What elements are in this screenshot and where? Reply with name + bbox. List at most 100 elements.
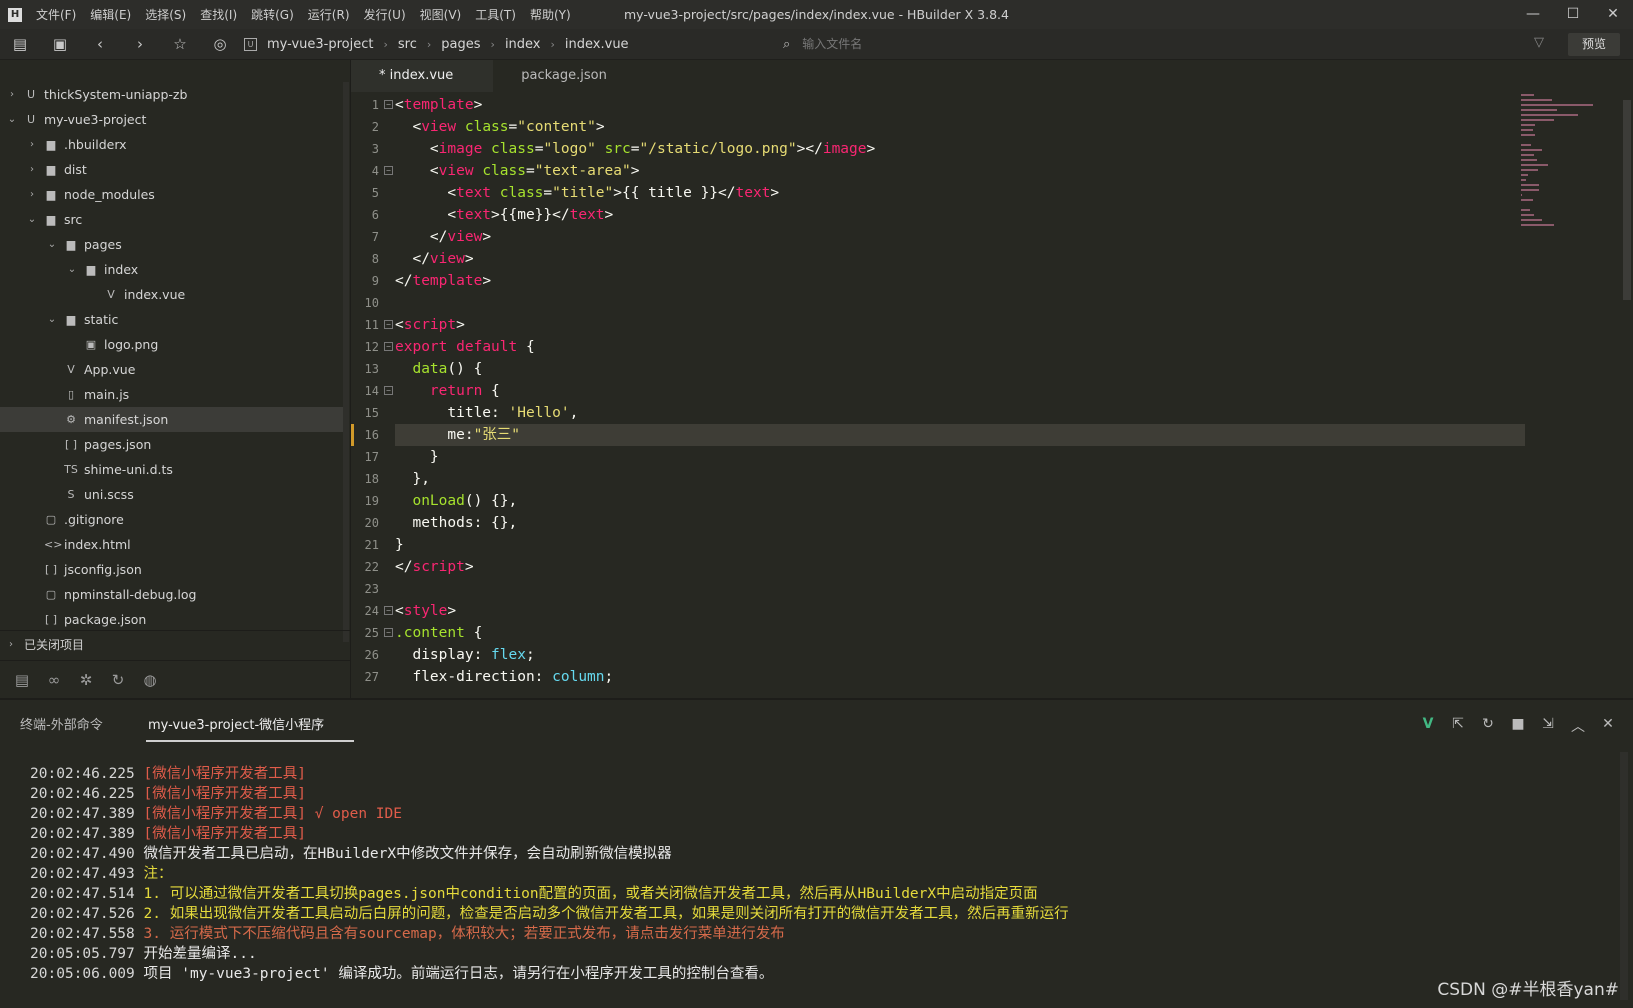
tree-item[interactable]: ⌄ ▆ static bbox=[0, 307, 343, 332]
tab-terminal-external[interactable]: 终端-外部命令 bbox=[20, 714, 103, 733]
code-line[interactable]: 3 <image class="logo" src="/static/logo.… bbox=[351, 138, 1521, 160]
filter-icon[interactable]: ▽ bbox=[1534, 35, 1544, 50]
code-line[interactable]: 8 </view> bbox=[351, 248, 1521, 270]
tree-item[interactable]: › ▆ dist bbox=[0, 157, 343, 182]
console-scrollbar[interactable] bbox=[1620, 752, 1628, 1000]
breadcrumb-item[interactable]: my-vue3-project bbox=[267, 37, 373, 52]
star-icon[interactable]: ☆ bbox=[160, 35, 200, 53]
code-line[interactable]: 18 }, bbox=[351, 468, 1521, 490]
code-line[interactable]: 25− .content { bbox=[351, 622, 1521, 644]
chevron-down-icon[interactable]: ⌄ bbox=[46, 307, 58, 332]
tree-item[interactable]: Suni.scss bbox=[0, 482, 343, 507]
chevron-right-icon[interactable]: › bbox=[6, 82, 18, 107]
tree-item[interactable]: ▢ .gitignore bbox=[0, 507, 343, 532]
code-line[interactable]: 14− return { bbox=[351, 380, 1521, 402]
fold-icon[interactable]: − bbox=[384, 342, 393, 351]
code-line[interactable]: 26 display: flex; bbox=[351, 644, 1521, 666]
menu-item[interactable]: 工具(T) bbox=[475, 6, 516, 23]
code-line[interactable]: 13 data() { bbox=[351, 358, 1521, 380]
editor-tab[interactable]: * index.vue bbox=[351, 60, 494, 92]
menu-item[interactable]: 编辑(E) bbox=[90, 6, 131, 23]
code-line[interactable]: 10 bbox=[351, 292, 1521, 314]
code-line[interactable]: 12− export default { bbox=[351, 336, 1521, 358]
sidebar-scrollbar[interactable] bbox=[343, 82, 349, 642]
forward-icon[interactable]: › bbox=[120, 35, 160, 53]
code-line[interactable]: 4− <view class="text-area"> bbox=[351, 160, 1521, 182]
breadcrumb-item[interactable]: index.vue bbox=[565, 37, 629, 52]
save-icon[interactable]: ▣ bbox=[40, 35, 80, 53]
export-icon[interactable]: ⇲ bbox=[1533, 716, 1563, 736]
fold-icon[interactable]: − bbox=[384, 100, 393, 109]
code-line[interactable]: 22 </script> bbox=[351, 556, 1521, 578]
restart-icon[interactable]: ↻ bbox=[1473, 716, 1503, 736]
tree-item[interactable]: [ ] package.json bbox=[0, 607, 343, 632]
code-line[interactable]: 5 <text class="title">{{ title }}</text> bbox=[351, 182, 1521, 204]
fold-icon[interactable]: − bbox=[384, 628, 393, 637]
new-file-icon[interactable]: ▤ bbox=[0, 35, 40, 53]
code-line[interactable]: 24− <style> bbox=[351, 600, 1521, 622]
menu-item[interactable]: 发行(U) bbox=[364, 6, 406, 23]
code-line[interactable]: 16 me:"张三" bbox=[351, 424, 1525, 446]
menu-item[interactable]: 选择(S) bbox=[145, 6, 186, 23]
code-line[interactable]: 20 methods: {}, bbox=[351, 512, 1521, 534]
tree-item[interactable]: Vindex.vue bbox=[0, 282, 343, 307]
chevron-right-icon[interactable]: › bbox=[26, 132, 38, 157]
file-search-input[interactable] bbox=[802, 37, 1403, 51]
chevron-up-icon[interactable]: ︿ bbox=[1563, 716, 1593, 736]
debug-icon[interactable]: ✲ bbox=[70, 671, 102, 689]
tree-item[interactable]: › ▆ .hbuilderx bbox=[0, 132, 343, 157]
code-line[interactable]: 2 <view class="content"> bbox=[351, 116, 1521, 138]
menu-item[interactable]: 查找(I) bbox=[200, 6, 237, 23]
plugin-icon[interactable]: ◍ bbox=[134, 671, 166, 689]
fold-icon[interactable]: − bbox=[384, 386, 393, 395]
run-icon[interactable]: ◎ bbox=[200, 35, 240, 53]
tree-item[interactable]: ⌄ ▆ pages bbox=[0, 232, 343, 257]
tree-item[interactable]: › ▆ node_modules bbox=[0, 182, 343, 207]
menu-item[interactable]: 视图(V) bbox=[420, 6, 462, 23]
code-line[interactable]: 23 bbox=[351, 578, 1521, 600]
menu-item[interactable]: 文件(F) bbox=[36, 6, 76, 23]
tree-item[interactable]: › UthickSystem-uniapp-zb bbox=[0, 82, 343, 107]
fold-icon[interactable]: − bbox=[384, 606, 393, 615]
chevron-down-icon[interactable]: ⌄ bbox=[46, 232, 58, 257]
tree-item[interactable]: ⌄ ▆ src bbox=[0, 207, 343, 232]
maximize-icon[interactable]: ☐ bbox=[1553, 0, 1593, 29]
tree-item[interactable]: [ ] pages.json bbox=[0, 432, 343, 457]
code-line[interactable]: 15 title: 'Hello', bbox=[351, 402, 1521, 424]
code-line[interactable]: 27 flex-direction: column; bbox=[351, 666, 1521, 688]
menu-item[interactable]: 跳转(G) bbox=[251, 6, 294, 23]
binoculars-icon[interactable]: ∞ bbox=[38, 671, 70, 689]
breadcrumb-item[interactable]: index bbox=[505, 37, 541, 52]
code-line[interactable]: 1− <template> bbox=[351, 94, 1521, 116]
close-panel-icon[interactable]: ✕ bbox=[1593, 716, 1623, 736]
breadcrumb-item[interactable]: src bbox=[398, 37, 417, 52]
code-area[interactable]: 1− <template> 2 <view class="content"> 3 <i… bbox=[351, 94, 1525, 698]
chevron-down-icon[interactable]: ⌄ bbox=[6, 107, 18, 132]
tree-item[interactable]: V App.vue bbox=[0, 357, 343, 382]
console-log[interactable]: 20:02:46.225 [微信小程序开发者工具] 20:02:46.225 [微… bbox=[30, 764, 1590, 984]
back-icon[interactable]: ‹ bbox=[80, 35, 120, 53]
code-line[interactable]: 21} bbox=[351, 534, 1521, 556]
menu-item[interactable]: 帮助(Y) bbox=[530, 6, 571, 23]
chevron-down-icon[interactable]: ⌄ bbox=[66, 257, 78, 282]
minimize-icon[interactable]: — bbox=[1513, 0, 1553, 29]
chevron-down-icon[interactable]: ⌄ bbox=[26, 207, 38, 232]
code-line[interactable]: 9 </template> bbox=[351, 270, 1521, 292]
stop-icon[interactable]: ■ bbox=[1503, 716, 1533, 736]
fold-icon[interactable]: − bbox=[384, 166, 393, 175]
fold-icon[interactable]: − bbox=[384, 320, 393, 329]
tree-item[interactable]: <> index.html bbox=[0, 532, 343, 557]
tree-item[interactable]: ▯ main.js bbox=[0, 382, 343, 407]
breadcrumb-item[interactable]: pages bbox=[441, 37, 480, 52]
tree-item[interactable]: ▣ logo.png bbox=[0, 332, 343, 357]
tab-wechat-miniprogram[interactable]: my-vue3-project-微信小程序 bbox=[148, 714, 324, 733]
open-external-icon[interactable]: ⇱ bbox=[1443, 716, 1473, 736]
tree-item[interactable]: ⌄ Umy-vue3-project bbox=[0, 107, 343, 132]
tree-item[interactable]: ▢ npminstall-debug.log bbox=[0, 582, 343, 607]
close-icon[interactable]: ✕ bbox=[1593, 0, 1633, 29]
preview-button[interactable]: 预览 bbox=[1568, 33, 1620, 56]
editor-tab[interactable]: package.json bbox=[493, 60, 629, 92]
editor-scrollbar[interactable] bbox=[1623, 100, 1631, 300]
code-line[interactable]: 7 </view> bbox=[351, 226, 1521, 248]
code-line[interactable]: 11− <script> bbox=[351, 314, 1521, 336]
